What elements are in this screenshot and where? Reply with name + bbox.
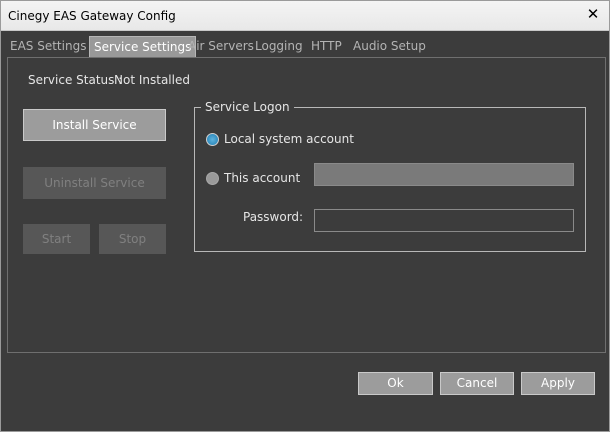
- local-account-label: Local system account: [224, 132, 354, 146]
- uninstall-service-button[interactable]: Uninstall Service: [23, 167, 166, 199]
- window-title: Cinegy EAS Gateway Config: [8, 9, 176, 23]
- install-service-button[interactable]: Install Service: [23, 109, 166, 141]
- start-button[interactable]: Start: [23, 224, 90, 254]
- title-bar: Cinegy EAS Gateway Config ✕: [1, 1, 609, 31]
- tab-logging[interactable]: Logging: [255, 36, 303, 58]
- service-status-label: Service Status :: [28, 73, 123, 87]
- password-label: Password:: [243, 210, 304, 224]
- password-field[interactable]: [314, 209, 574, 232]
- close-icon[interactable]: ✕: [586, 7, 600, 22]
- stop-button[interactable]: Stop: [99, 224, 166, 254]
- local-account-radio[interactable]: [206, 133, 219, 146]
- tab-eas-settings[interactable]: EAS Settings: [10, 36, 86, 58]
- tab-air-servers[interactable]: Air Servers: [188, 36, 254, 58]
- ok-button[interactable]: Ok: [358, 372, 433, 395]
- this-account-radio[interactable]: [206, 172, 219, 185]
- tab-service-settings[interactable]: Service Settings: [89, 36, 197, 58]
- tab-audio-setup[interactable]: Audio Setup: [353, 36, 426, 58]
- config-window: Cinegy EAS Gateway Config ✕ EAS Settings…: [0, 0, 610, 432]
- account-field[interactable]: [314, 163, 574, 186]
- service-status-value: Not Installed: [114, 73, 190, 87]
- service-logon-group: Service Logon Local system account This …: [194, 100, 586, 252]
- this-account-label: This account: [224, 171, 301, 185]
- service-settings-panel: Service Status : Not Installed Install S…: [7, 57, 606, 353]
- apply-button[interactable]: Apply: [521, 372, 595, 395]
- service-logon-legend: Service Logon: [201, 100, 294, 114]
- tab-http[interactable]: HTTP: [311, 36, 342, 58]
- cancel-button[interactable]: Cancel: [440, 372, 514, 395]
